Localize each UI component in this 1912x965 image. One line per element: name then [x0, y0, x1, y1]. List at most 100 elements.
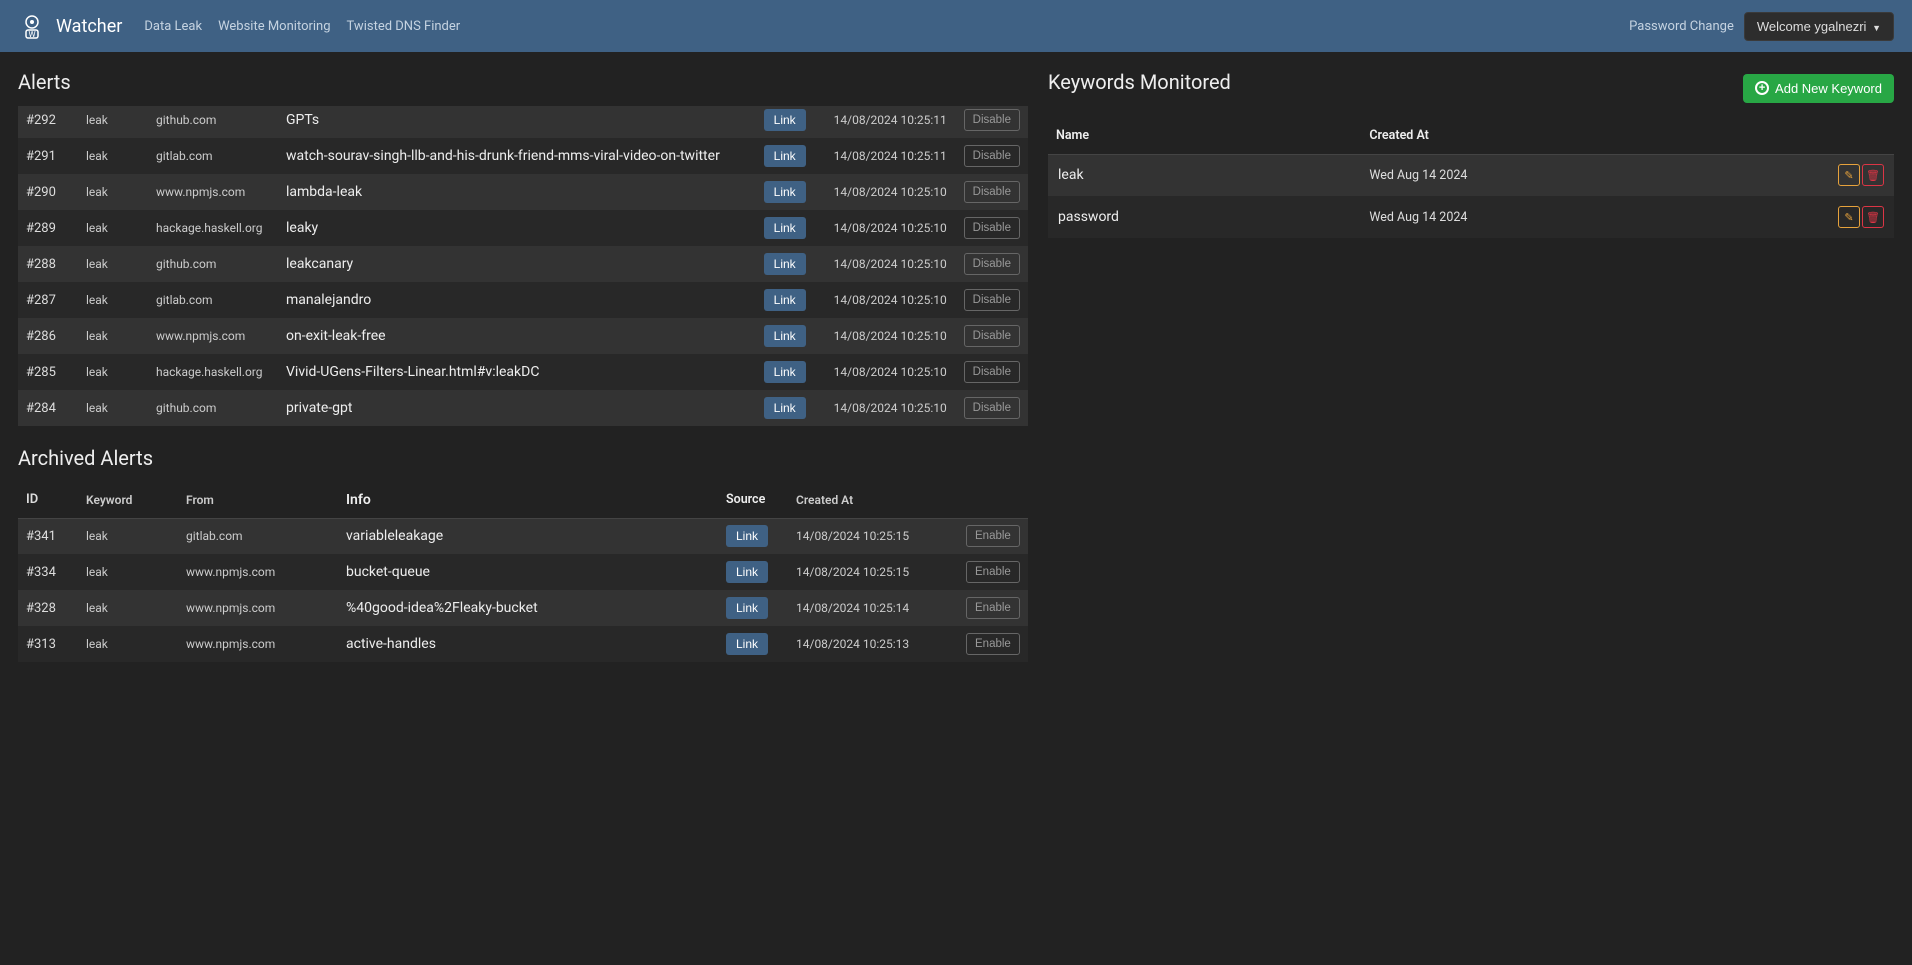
cell-from: www.npmjs.com: [148, 318, 278, 354]
link-button[interactable]: Link: [764, 325, 806, 347]
table-row: #292leakgithub.comGPTsLink14/08/2024 10:…: [18, 106, 1028, 138]
cell-from: github.com: [148, 390, 278, 426]
enable-button[interactable]: Enable: [966, 633, 1020, 655]
cell-id: #284: [18, 390, 78, 426]
cell-date: 14/08/2024 10:25:15: [788, 554, 958, 590]
cell-date: 14/08/2024 10:25:10: [826, 354, 956, 390]
link-button[interactable]: Link: [764, 397, 806, 419]
col-created: Created At: [1361, 118, 1814, 154]
cell-info: %40good-idea%2Fleaky-bucket: [338, 590, 718, 626]
link-button[interactable]: Link: [764, 181, 806, 203]
welcome-text: Welcome ygalnezri: [1757, 19, 1867, 34]
welcome-dropdown[interactable]: Welcome ygalnezri ▼: [1744, 12, 1894, 41]
disable-button[interactable]: Disable: [964, 289, 1020, 311]
cell-id: #334: [18, 554, 78, 590]
disable-button[interactable]: Disable: [964, 397, 1020, 419]
cell-keyword: leak: [78, 282, 148, 318]
cell-keyword: leak: [78, 210, 148, 246]
keywords-title: Keywords Monitored: [1048, 70, 1231, 94]
nav-right: Password Change Welcome ygalnezri ▼: [1629, 12, 1894, 41]
cell-from: www.npmjs.com: [148, 174, 278, 210]
archived-title: Archived Alerts: [18, 446, 1028, 470]
link-button[interactable]: Link: [764, 289, 806, 311]
alerts-scroll[interactable]: #292leakgithub.comGPTsLink14/08/2024 10:…: [18, 106, 1028, 426]
disable-button[interactable]: Disable: [964, 109, 1020, 131]
table-row: #290leakwww.npmjs.comlambda-leakLink14/0…: [18, 174, 1028, 210]
delete-button[interactable]: 🗑: [1862, 206, 1884, 228]
link-button[interactable]: Link: [764, 145, 806, 167]
cell-keyword: leak: [78, 138, 148, 174]
disable-button[interactable]: Disable: [964, 217, 1020, 239]
cell-id: #328: [18, 590, 78, 626]
cell-date: 14/08/2024 10:25:15: [788, 518, 958, 554]
cell-date: 14/08/2024 10:25:10: [826, 282, 956, 318]
cell-id: #290: [18, 174, 78, 210]
keywords-table: Name Created At leakWed Aug 14 2024✎🗑pas…: [1048, 118, 1894, 238]
link-button[interactable]: Link: [726, 597, 768, 619]
brand[interactable]: W Watcher: [18, 12, 122, 40]
cell-date: 14/08/2024 10:25:10: [826, 318, 956, 354]
disable-button[interactable]: Disable: [964, 181, 1020, 203]
cell-id: #289: [18, 210, 78, 246]
table-row: #334leakwww.npmjs.combucket-queueLink14/…: [18, 554, 1028, 590]
col-created: Created At: [788, 482, 958, 518]
cell-id: #285: [18, 354, 78, 390]
link-button[interactable]: Link: [726, 633, 768, 655]
cell-from: github.com: [148, 246, 278, 282]
brand-text: Watcher: [56, 16, 122, 37]
col-source: Source: [718, 482, 788, 518]
disable-button[interactable]: Disable: [964, 361, 1020, 383]
cell-from: github.com: [148, 106, 278, 138]
enable-button[interactable]: Enable: [966, 597, 1020, 619]
cell-id: #313: [18, 626, 78, 662]
watcher-logo-icon: W: [18, 12, 46, 40]
table-row: #291leakgitlab.comwatch-sourav-singh-llb…: [18, 138, 1028, 174]
add-keyword-button[interactable]: + Add New Keyword: [1743, 74, 1894, 103]
link-button[interactable]: Link: [764, 109, 806, 131]
enable-button[interactable]: Enable: [966, 561, 1020, 583]
delete-button[interactable]: 🗑: [1862, 164, 1884, 186]
disable-button[interactable]: Disable: [964, 145, 1020, 167]
cell-from: gitlab.com: [178, 518, 338, 554]
cell-date: 14/08/2024 10:25:10: [826, 210, 956, 246]
col-id: ID: [18, 482, 78, 518]
table-row: #313leakwww.npmjs.comactive-handlesLink1…: [18, 626, 1028, 662]
link-button[interactable]: Link: [726, 525, 768, 547]
cell-info: Vivid-UGens-Filters-Linear.html#v:leakDC: [278, 354, 756, 390]
cell-from: www.npmjs.com: [178, 626, 338, 662]
table-row: #287leakgitlab.commanalejandroLink14/08/…: [18, 282, 1028, 318]
edit-button[interactable]: ✎: [1838, 164, 1860, 186]
chevron-down-icon: ▼: [1872, 23, 1881, 33]
enable-button[interactable]: Enable: [966, 525, 1020, 547]
cell-info: variableleakage: [338, 518, 718, 554]
link-button[interactable]: Link: [726, 561, 768, 583]
cell-keyword: leak: [78, 554, 178, 590]
nav-data-leak[interactable]: Data Leak: [140, 13, 206, 40]
cell-date: 14/08/2024 10:25:14: [788, 590, 958, 626]
table-row: #289leakhackage.haskell.orgleakyLink14/0…: [18, 210, 1028, 246]
navbar: W Watcher Data Leak Website Monitoring T…: [0, 0, 1912, 52]
link-button[interactable]: Link: [764, 361, 806, 383]
cell-id: #292: [18, 106, 78, 138]
cell-id: #291: [18, 138, 78, 174]
password-change-link[interactable]: Password Change: [1629, 19, 1734, 34]
cell-keyword: leak: [78, 518, 178, 554]
cell-name: password: [1048, 196, 1361, 238]
cell-id: #288: [18, 246, 78, 282]
table-row: #328leakwww.npmjs.com%40good-idea%2Fleak…: [18, 590, 1028, 626]
edit-button[interactable]: ✎: [1838, 206, 1860, 228]
plus-icon: +: [1755, 81, 1769, 95]
cell-date: 14/08/2024 10:25:13: [788, 626, 958, 662]
table-row: #341leakgitlab.comvariableleakageLink14/…: [18, 518, 1028, 554]
disable-button[interactable]: Disable: [964, 325, 1020, 347]
cell-date: 14/08/2024 10:25:11: [826, 106, 956, 138]
cell-id: #287: [18, 282, 78, 318]
nav-website-monitoring[interactable]: Website Monitoring: [214, 13, 334, 40]
link-button[interactable]: Link: [764, 253, 806, 275]
cell-from: www.npmjs.com: [178, 590, 338, 626]
archived-header-row: ID Keyword From Info Source Created At: [18, 482, 1028, 518]
nav-twisted-dns[interactable]: Twisted DNS Finder: [343, 13, 465, 40]
disable-button[interactable]: Disable: [964, 253, 1020, 275]
cell-info: lambda-leak: [278, 174, 756, 210]
link-button[interactable]: Link: [764, 217, 806, 239]
